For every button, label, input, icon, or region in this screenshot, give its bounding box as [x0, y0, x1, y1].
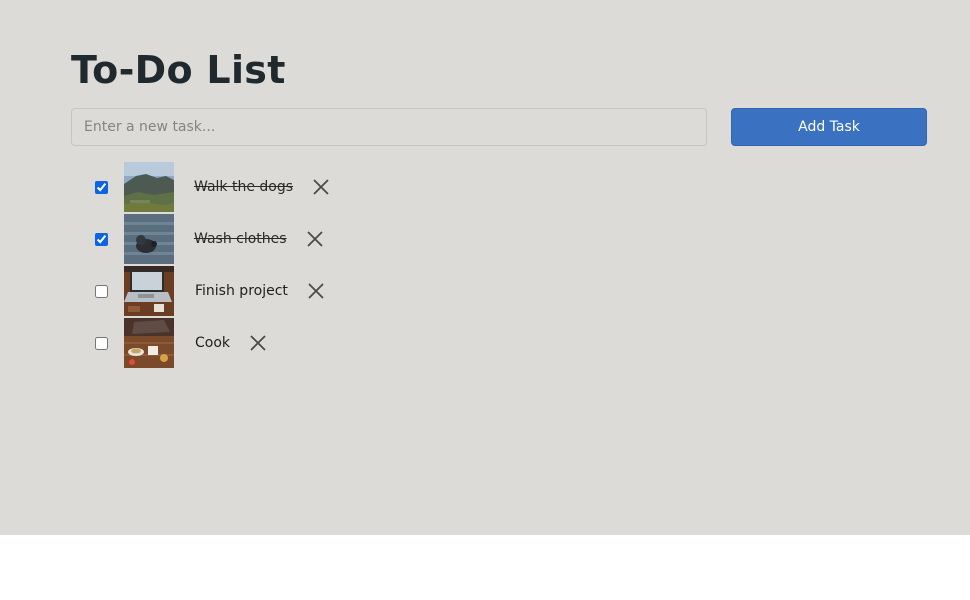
task-image [124, 318, 174, 368]
task-label: Finish project [195, 283, 288, 299]
new-task-input[interactable] [71, 108, 707, 146]
close-icon[interactable] [311, 177, 331, 197]
task-checkbox[interactable] [95, 180, 108, 194]
close-icon[interactable] [306, 281, 326, 301]
task-item: Walk the dogs [90, 162, 331, 212]
task-label: Walk the dogs [194, 179, 294, 195]
task-item: Finish project [90, 266, 326, 316]
task-checkbox[interactable] [95, 336, 108, 350]
task-item: Wash clothes [90, 214, 325, 264]
task-checkbox[interactable] [95, 284, 108, 298]
close-icon[interactable] [305, 229, 325, 249]
close-icon[interactable] [248, 333, 268, 353]
task-image [124, 266, 174, 316]
task-label: Wash clothes [194, 231, 287, 247]
todo-app: To-Do List Add Task Walk the dogs [0, 0, 970, 535]
task-label: Cook [195, 335, 231, 351]
page-title: To-Do List [71, 48, 286, 92]
task-image [124, 214, 174, 264]
task-image [124, 162, 174, 212]
task-checkbox[interactable] [95, 232, 108, 246]
add-task-button[interactable]: Add Task [731, 108, 927, 146]
task-item: Cook [90, 318, 268, 368]
